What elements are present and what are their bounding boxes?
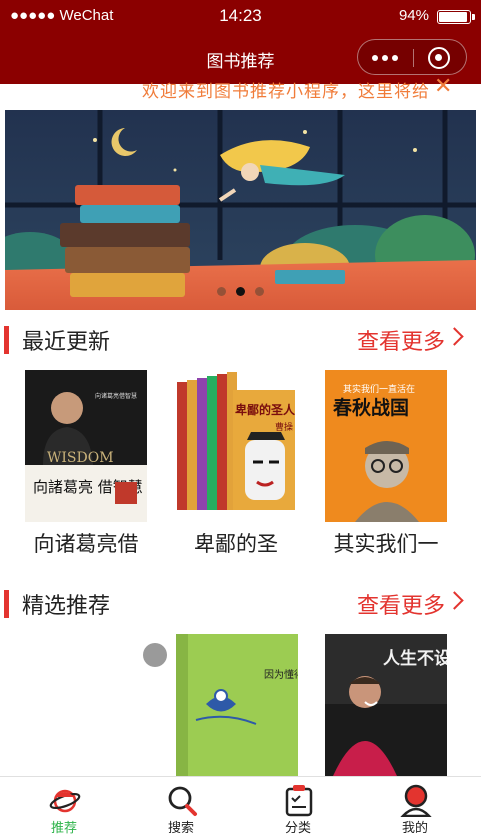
section-title: 最近更新 [22, 330, 111, 355]
carousel-dot[interactable] [217, 287, 226, 296]
book-title: 卑鄙的圣 [194, 532, 278, 556]
book-cover[interactable]: 人生不设限 [325, 634, 447, 776]
section-header-recent: 最近更新 查看更多 [0, 320, 481, 360]
tab-recommend[interactable]: 推荐 [4, 777, 124, 834]
tab-label: 推荐 [50, 821, 77, 834]
book-cover-zhuge: 向诸葛亮借智慧 WISDOM 向諸葛亮 借智慧 [25, 370, 147, 522]
notice-close-icon[interactable]: ✕ [434, 74, 452, 99]
book-cover-chunqiu: 其实我们一直活在 春秋战国 [325, 370, 447, 522]
close-miniprogram-icon[interactable] [428, 47, 450, 69]
section-header-featured: 精选推荐 查看更多 [0, 584, 481, 624]
book-cover[interactable]: 卑鄙的圣人 曹操 [175, 370, 297, 522]
cover-text: 向诸葛亮借智慧 [95, 392, 137, 400]
book-title: 其实我们一 [333, 532, 439, 556]
saturn-icon [49, 789, 81, 813]
cover-text: 因为懂得 所以慈悲 [264, 668, 298, 681]
book-cover[interactable]: 其实我们一直活在 春秋战国 [325, 370, 447, 522]
status-bar: ●●●●● WeChat 14:23 94% [0, 0, 481, 32]
view-more-link[interactable]: 查看更多 [357, 324, 445, 356]
capsule-divider [413, 49, 414, 67]
miniprogram-capsule [357, 39, 467, 75]
tab-category[interactable]: 分类 [238, 777, 358, 834]
battery-icon [437, 10, 475, 24]
cover-text: 人生不设限 [383, 648, 447, 669]
tab-mine[interactable]: 我的 [355, 777, 475, 834]
battery-percent: 94% [398, 7, 429, 24]
notice-text: 欢迎来到图书推荐小程序，这里将给 [142, 82, 430, 102]
cover-text: 其实我们一直活在 [343, 383, 415, 395]
cover-text: WISDOM [47, 450, 114, 466]
page: ●●●●● WeChat 14:23 94% 图书推荐 欢迎来到图书推荐小程序，… [0, 0, 481, 834]
cover-text: 卑鄙的圣人 [235, 402, 296, 417]
cover-text: 春秋战国 [333, 396, 409, 419]
chevron-right-icon[interactable] [445, 591, 464, 610]
notice-bar: 欢迎来到图书推荐小程序，这里将给 ✕ [0, 72, 481, 108]
carousel-dot[interactable] [255, 287, 264, 296]
more-icon[interactable] [372, 50, 400, 64]
tab-label: 搜索 [167, 821, 194, 834]
section-title: 精选推荐 [22, 594, 111, 619]
book-cover-life: 人生不设限 [325, 634, 447, 776]
book-cover[interactable]: 向诸葛亮借智慧 WISDOM 向諸葛亮 借智慧 [25, 370, 147, 522]
user-icon [400, 784, 432, 817]
tab-label: 分类 [284, 821, 311, 834]
carousel-dot[interactable] [236, 287, 245, 296]
section-accent-bar [4, 590, 9, 618]
banner-illustration [5, 110, 476, 310]
carousel-indicator [5, 281, 476, 300]
book-cover[interactable]: 因为懂得 所以慈悲 [176, 634, 298, 776]
cover-text: 曹操 [275, 421, 293, 433]
book-title: 向诸葛亮借 [33, 532, 139, 556]
banner-carousel[interactable] [5, 110, 476, 310]
book-cover-green: 因为懂得 所以慈悲 [176, 634, 298, 776]
tab-search[interactable]: 搜索 [121, 777, 241, 834]
section-accent-bar [4, 326, 9, 354]
category-icon [285, 785, 313, 817]
search-icon [168, 786, 197, 816]
tab-bar: 推荐 搜索 分类 我的 [0, 776, 481, 834]
book-cover-saint: 卑鄙的圣人 曹操 [175, 370, 297, 522]
view-more-link[interactable]: 查看更多 [357, 588, 445, 620]
floating-indicator[interactable] [143, 643, 167, 667]
chevron-right-icon[interactable] [445, 327, 464, 346]
tab-label: 我的 [401, 821, 428, 834]
